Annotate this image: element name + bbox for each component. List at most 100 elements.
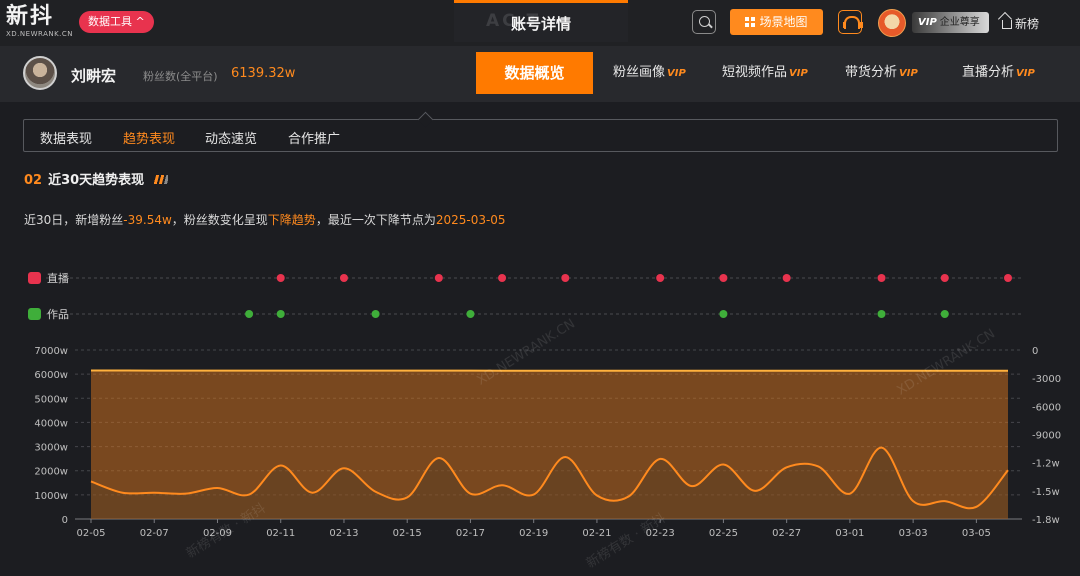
works-marker-dot (940, 310, 949, 318)
x-tick-label: 02-19 (519, 528, 548, 539)
summary-date: 2025-03-05 (435, 213, 506, 227)
live-icon (28, 272, 41, 284)
live-marker-dot (656, 274, 665, 282)
fans-label: 粉丝数(全平台) (143, 70, 218, 83)
account-detail-tab[interactable]: AC T 账号详情 (454, 0, 628, 42)
subtab-trend-performance[interactable]: 趋势表现 (123, 128, 175, 147)
x-tick-label: 02-07 (140, 528, 169, 539)
chevron-up-icon: ^ (135, 15, 145, 28)
works-marker-dot (276, 310, 285, 318)
works-marker-dot (466, 310, 475, 318)
logo-subtext: XD.NEWRANK.CN (6, 30, 74, 38)
top-bar: 新抖 XD.NEWRANK.CN 数据工具 ^ AC T 账号详情 场景地图 V… (0, 0, 1080, 46)
right-tick-label: -6000 (1032, 402, 1061, 413)
profile-name: 刘畊宏 (71, 67, 117, 85)
left-tick-label: 3000w (34, 443, 68, 454)
right-tick-label: 0 (1032, 346, 1038, 357)
logo[interactable]: 新抖 XD.NEWRANK.CN (6, 4, 73, 39)
grid-icon (745, 17, 756, 27)
vip-label: 企业尊享 (939, 17, 980, 28)
profile-avatar (23, 56, 57, 90)
x-tick-label: 02-27 (772, 528, 801, 539)
tab-live-analysis[interactable]: 直播分析 VIP (962, 52, 1035, 94)
scene-map-label: 场景地图 (759, 15, 808, 29)
tab-sales-analysis[interactable]: 带货分析 VIP (845, 52, 918, 94)
subtab-dynamic-overview[interactable]: 动态速览 (205, 128, 257, 147)
document-icon (28, 308, 41, 320)
data-tools-button[interactable]: 数据工具 ^ (79, 11, 154, 33)
tab-short-videos[interactable]: 短视频作品 VIP (722, 52, 808, 94)
live-marker-dot (434, 274, 443, 282)
section-title: 02 近30天趋势表现 (24, 169, 169, 188)
vip-enterprise-badge[interactable]: VIP 企业尊享 (912, 12, 989, 33)
left-tick-label: 5000w (34, 394, 68, 405)
vip-tag: VIP (1016, 68, 1035, 79)
home-link[interactable]: 新榜 (1002, 15, 1039, 32)
subtab-data-performance[interactable]: 数据表现 (40, 128, 92, 147)
x-tick-label: 02-05 (76, 528, 105, 539)
works-marker-dot (245, 310, 254, 318)
live-marker-dot (561, 274, 570, 282)
tab-label: 数据概览 (504, 64, 565, 82)
live-marker-dot (1004, 274, 1012, 282)
live-marker-dot (498, 274, 507, 282)
summary-mid2: ，最近一次下降节点为 (315, 213, 436, 227)
works-marker-dot (877, 310, 886, 318)
vip-tag: VIP (789, 68, 808, 79)
x-tick-label: 02-11 (266, 528, 295, 539)
tab-label: 短视频作品 (722, 65, 788, 80)
slash-decoration-icon (150, 175, 169, 184)
data-tools-label: 数据工具 (88, 15, 132, 28)
right-tick-label: -1.5w (1032, 487, 1060, 498)
scene-map-button[interactable]: 场景地图 (730, 9, 823, 35)
live-marker-dot (719, 274, 728, 282)
avatar[interactable] (878, 9, 906, 37)
vip-tag: VIP (899, 68, 918, 79)
right-tick-label: -3000 (1032, 374, 1061, 385)
tab-data-overview[interactable]: 数据概览 (476, 52, 593, 94)
trend-chart[interactable]: 直播作品 0 1000w 2000w 3000w 4000w 5000w 6000w 7000w… (0, 255, 1080, 576)
tab-fans-portrait[interactable]: 粉丝画像 VIP (613, 52, 686, 94)
x-tick-label: 02-17 (456, 528, 485, 539)
trend-summary: 近30日，新增粉丝-39.54w，粉丝数变化呈现下降趋势，最近一次下降节点为20… (24, 211, 506, 228)
section-title-text: 近30天趋势表现 (48, 173, 145, 188)
x-tick-label: 02-21 (582, 528, 611, 539)
summary-prefix: 近30日，新增粉丝 (24, 213, 124, 227)
summary-trend: 下降趋势 (267, 213, 316, 227)
live-label: 直播 (47, 271, 69, 285)
live-marker-dot (339, 274, 348, 282)
live-marker-dot (940, 274, 949, 282)
right-tick-label: -9000 (1032, 431, 1061, 442)
headset-icon[interactable] (838, 10, 863, 34)
x-tick-label: 02-09 (203, 528, 232, 539)
right-tick-label: -1.8w (1032, 515, 1060, 526)
page-title: 账号详情 (510, 15, 571, 33)
sub-tab-bar: 数据表现 趋势表现 动态速览 合作推广 (23, 119, 1058, 152)
live-marker-dot (782, 274, 791, 282)
right-tick-label: -1.2w (1032, 459, 1060, 470)
summary-mid: ，粉丝数变化呈现 (171, 213, 268, 227)
live-marker-dot (276, 274, 285, 282)
fans-value: 6139.32w (231, 66, 296, 81)
x-tick-label: 02-15 (393, 528, 422, 539)
vip-tag: VIP (667, 68, 686, 79)
works-marker-dot (719, 310, 728, 318)
summary-delta: -39.54w (123, 213, 172, 227)
search-icon[interactable] (692, 10, 716, 34)
tab-label: 带货分析 (845, 65, 898, 80)
x-tick-label: 03-03 (899, 528, 928, 539)
x-tick-label: 02-25 (709, 528, 738, 539)
home-label: 新榜 (1015, 17, 1040, 31)
works-marker-dot (371, 310, 380, 318)
x-tick-label: 03-05 (962, 528, 991, 539)
left-tick-label: 0 (62, 515, 68, 526)
x-tick-label: 02-13 (329, 528, 358, 539)
home-icon (1002, 20, 1012, 29)
vip-prefix: VIP (918, 17, 937, 28)
tab-label: 粉丝画像 (613, 65, 666, 80)
logo-text: 新抖 (6, 4, 55, 29)
subtab-cooperation[interactable]: 合作推广 (288, 128, 340, 147)
left-tick-label: 4000w (34, 418, 68, 429)
section-number: 02 (24, 173, 43, 188)
x-tick-label: 03-01 (835, 528, 864, 539)
